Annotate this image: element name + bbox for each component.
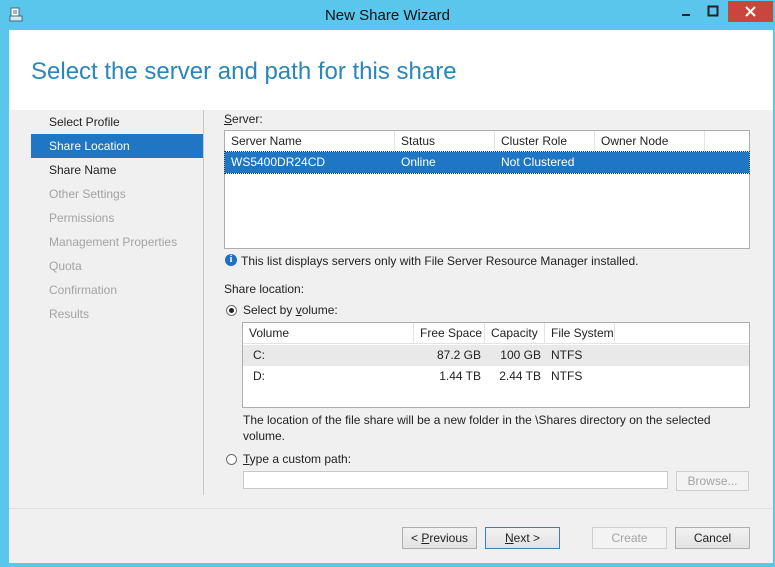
volume-list[interactable]: Volume Free Space Capacity File System C…	[242, 322, 750, 408]
custom-path-radio[interactable]	[226, 454, 237, 465]
previous-button[interactable]: < Previous	[402, 527, 477, 549]
column-volume[interactable]: Volume	[243, 323, 414, 343]
minimize-icon	[682, 14, 690, 16]
column-capacity[interactable]: Capacity	[485, 323, 545, 343]
browse-button[interactable]: Browse...	[676, 471, 749, 491]
maximize-button[interactable]	[700, 1, 726, 22]
select-by-volume-radio[interactable]	[226, 305, 237, 316]
server-list-info: This list displays servers only with Fil…	[241, 254, 639, 268]
nav-step-permissions: Permissions	[49, 211, 115, 225]
server-list-header: Server Name Status Cluster Role Owner No…	[225, 131, 749, 152]
wizard-step-nav: Select Profile Share Location Share Name…	[31, 110, 204, 326]
column-server-name[interactable]: Server Name	[225, 131, 395, 151]
next-button[interactable]: Next >	[485, 527, 560, 549]
file-system-cell: NTFS	[551, 348, 583, 362]
nav-step-quota: Quota	[49, 259, 82, 273]
maximize-icon	[707, 5, 719, 17]
cancel-button[interactable]: Cancel	[675, 527, 750, 549]
volume-row[interactable]: C: 87.2 GB 100 GB NTFS	[243, 345, 749, 366]
capacity-cell: 100 GB	[500, 348, 541, 362]
server-name-cell: WS5400DR24CD	[231, 155, 326, 169]
close-button[interactable]	[728, 1, 773, 22]
create-button[interactable]: Create	[592, 527, 667, 549]
nav-step-share-location[interactable]: Share Location	[31, 134, 204, 158]
page-heading: Select the server and path for this shar…	[31, 58, 457, 85]
select-by-volume-label[interactable]: Select by volume:	[243, 303, 338, 317]
wizard-footer: < Previous Next > Create Cancel	[9, 508, 773, 563]
column-owner-node[interactable]: Owner Node	[595, 131, 705, 151]
nav-step-results: Results	[49, 307, 90, 321]
column-free-space[interactable]: Free Space	[414, 323, 485, 343]
info-icon: i	[225, 254, 237, 266]
share-location-label: Share location:	[224, 282, 305, 296]
free-space-cell: 87.2 GB	[436, 348, 481, 362]
custom-path-input[interactable]	[243, 471, 668, 489]
close-icon	[745, 6, 756, 17]
nav-step-management-properties: Management Properties	[49, 235, 178, 249]
volume-list-header: Volume Free Space Capacity File System	[243, 323, 749, 344]
volume-cell: C:	[253, 348, 265, 362]
window-title: New Share Wizard	[324, 7, 451, 24]
nav-step-share-name[interactable]: Share Name	[31, 158, 204, 182]
nav-divider	[203, 110, 204, 495]
volume-row[interactable]: D: 1.44 TB 2.44 TB NTFS	[243, 366, 749, 387]
nav-step-select-profile[interactable]: Select Profile	[31, 110, 204, 134]
title-bar: New Share Wizard	[0, 0, 775, 30]
column-file-system[interactable]: File System	[545, 323, 615, 343]
custom-path-label[interactable]: Type a custom path:	[243, 452, 351, 466]
minimize-button[interactable]	[673, 1, 699, 22]
free-space-cell: 1.44 TB	[439, 369, 481, 383]
file-system-cell: NTFS	[551, 369, 583, 383]
server-status-cell: Online	[401, 155, 436, 169]
wizard-header: Select the server and path for this shar…	[9, 30, 773, 110]
nav-step-other-settings: Other Settings	[49, 187, 126, 201]
server-row[interactable]: WS5400DR24CD Online Not Clustered	[224, 151, 750, 174]
wizard-client-area: Select the server and path for this shar…	[9, 30, 773, 563]
column-status[interactable]: Status	[395, 131, 495, 151]
server-cluster-role-cell: Not Clustered	[501, 155, 575, 169]
column-cluster-role[interactable]: Cluster Role	[495, 131, 595, 151]
server-label: Server:	[224, 112, 263, 126]
server-list[interactable]: Server Name Status Cluster Role Owner No…	[224, 130, 750, 249]
capacity-cell: 2.44 TB	[499, 369, 541, 383]
nav-step-confirmation: Confirmation	[49, 283, 118, 297]
volume-cell: D:	[253, 369, 265, 383]
wizard-body: Select Profile Share Location Share Name…	[9, 110, 773, 508]
volume-location-note: The location of the file share will be a…	[243, 413, 711, 443]
